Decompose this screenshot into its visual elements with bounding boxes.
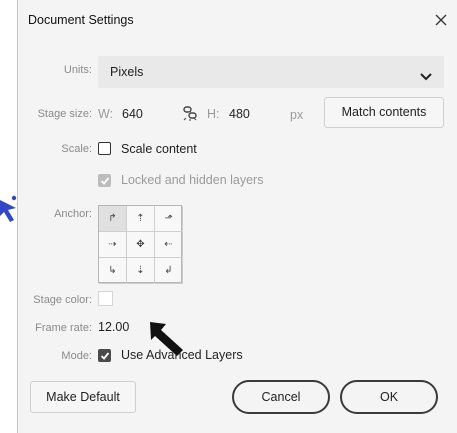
dialog-title: Document Settings	[28, 13, 134, 27]
anchor-top-right[interactable]: ⬏	[155, 206, 183, 232]
stage-color-swatch[interactable]	[98, 291, 113, 306]
units-value: Pixels	[110, 65, 144, 79]
anchor-bottom-right[interactable]: ↲	[155, 258, 183, 284]
locked-hidden-checkbox[interactable]	[98, 174, 111, 187]
units-label: Units:	[63, 64, 92, 76]
anchor-bottom-center[interactable]: ⇣	[127, 258, 155, 284]
document-settings-dialog: Document Settings Units: Pixels Stage si…	[17, 0, 457, 433]
anchor-top-left[interactable]: ↱	[99, 206, 127, 232]
anchor-center[interactable]: ✥	[127, 232, 155, 258]
width-field[interactable]: 640	[122, 107, 143, 121]
make-default-button[interactable]: Make Default	[30, 381, 136, 413]
frame-rate-field[interactable]: 12.00	[98, 320, 129, 334]
chevron-down-icon	[420, 68, 432, 81]
ok-button[interactable]: OK	[340, 380, 438, 414]
match-contents-button[interactable]: Match contents	[324, 97, 444, 128]
cancel-button[interactable]: Cancel	[232, 380, 330, 414]
black-arrow-pointer-icon	[149, 320, 185, 358]
units-select[interactable]: Pixels	[98, 56, 444, 88]
anchor-middle-right[interactable]: ⇠	[155, 232, 183, 258]
stage-size-label: Stage size:	[37, 108, 92, 120]
title-bar: Document Settings	[18, 0, 457, 44]
size-unit: px	[290, 108, 304, 122]
height-field[interactable]: 480	[229, 107, 250, 121]
mode-label: Mode:	[61, 350, 92, 362]
close-icon[interactable]	[431, 10, 451, 30]
frame-rate-label: Frame rate:	[35, 322, 92, 334]
anchor-middle-left[interactable]: ⇢	[99, 232, 127, 258]
locked-hidden-label: Locked and hidden layers	[121, 173, 264, 187]
stage-color-label: Stage color:	[33, 294, 92, 306]
anchor-label: Anchor:	[54, 208, 92, 220]
height-label: H:	[207, 107, 220, 121]
anchor-grid: ↱ ⇡ ⬏ ⇢ ✥ ⇠ ↳ ⇣ ↲	[98, 205, 183, 284]
scale-content-label: Scale content	[121, 142, 197, 156]
scale-content-checkbox[interactable]	[98, 142, 111, 155]
anchor-bottom-left[interactable]: ↳	[99, 258, 127, 284]
width-label: W:	[98, 107, 114, 121]
advanced-layers-checkbox[interactable]	[98, 349, 111, 362]
anchor-top-center[interactable]: ⇡	[127, 206, 155, 232]
link-icon[interactable]	[181, 104, 199, 122]
scale-label: Scale:	[61, 143, 92, 155]
